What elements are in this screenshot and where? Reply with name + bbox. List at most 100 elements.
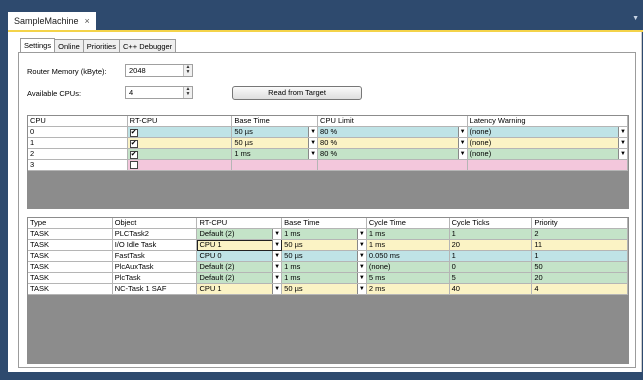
chevron-down-icon[interactable]: ▼ xyxy=(457,149,467,159)
router-memory-spinner[interactable]: 2048 ▲ ▼ xyxy=(125,64,193,77)
cycle-cell[interactable]: 5 ms xyxy=(366,273,450,284)
rt-cell[interactable]: Default (2) ▼ xyxy=(197,262,283,273)
cycle-cell[interactable]: 2 ms xyxy=(366,284,450,295)
base-cell[interactable]: 50 µs ▼ xyxy=(282,251,367,262)
router-memory-stepper[interactable]: ▲ ▼ xyxy=(183,65,192,76)
cycle-cell[interactable]: (none) xyxy=(366,262,450,273)
limit-cell[interactable] xyxy=(318,160,468,171)
column-header[interactable]: Priority xyxy=(532,218,628,229)
base-cell[interactable]: 1 ms ▼ xyxy=(282,273,367,284)
document-tab[interactable]: SampleMachine × xyxy=(8,12,96,30)
cycle-cell[interactable]: 0.050 ms xyxy=(366,251,450,262)
rt-cell[interactable]: CPU 1 ▼ xyxy=(197,240,283,251)
column-header[interactable]: Type xyxy=(28,218,113,229)
checkbox[interactable] xyxy=(129,161,138,169)
cpu-row[interactable]: 0 ✔ 50 µs ▼ 80 % ▼ (none) ▼ xyxy=(28,127,628,138)
column-header[interactable]: Object xyxy=(112,218,198,229)
ticks-cell[interactable]: 40 xyxy=(449,284,533,295)
chevron-down-icon[interactable]: ▼ xyxy=(272,229,282,239)
tab-online[interactable]: Online xyxy=(54,39,84,52)
base-cell[interactable]: 50 µs ▼ xyxy=(282,240,367,251)
column-header[interactable]: CPU Limit xyxy=(318,116,468,127)
close-icon[interactable]: × xyxy=(85,16,90,26)
available-cpus-stepper[interactable]: ▲ ▼ xyxy=(183,87,192,98)
cpu-row[interactable]: 1 ✔ 50 µs ▼ 80 % ▼ (none) ▼ xyxy=(28,138,628,149)
ticks-cell[interactable]: 20 xyxy=(449,240,533,251)
rt-cell[interactable]: CPU 0 ▼ xyxy=(197,251,283,262)
rt-cpu-checkbox-cell[interactable]: ✔ xyxy=(127,149,233,160)
ticks-cell[interactable]: 1 xyxy=(449,251,533,262)
ticks-cell[interactable]: 5 xyxy=(449,273,533,284)
checkbox[interactable]: ✔ xyxy=(129,129,138,137)
chevron-down-icon[interactable]: ▼ xyxy=(272,284,282,294)
base-cell[interactable]: 1 ms ▼ xyxy=(232,149,319,160)
latency-cell[interactable]: (none) ▼ xyxy=(467,127,628,138)
cpu-row[interactable]: 3 xyxy=(28,160,628,171)
chevron-down-icon[interactable]: ▼ xyxy=(356,262,366,272)
column-header[interactable]: Base Time xyxy=(282,218,367,229)
chevron-down-icon[interactable]: ▼ xyxy=(308,127,318,137)
task-row[interactable]: TASK FastTask CPU 0 ▼ 50 µs ▼ 0.050 ms 1 1 xyxy=(28,251,628,262)
chevron-down-icon[interactable]: ▼ xyxy=(618,127,628,137)
rt-cpu-checkbox-cell[interactable]: ✔ xyxy=(127,127,233,138)
prio-cell[interactable]: 20 xyxy=(532,273,628,284)
chevron-down-icon[interactable]: ▼ xyxy=(308,138,318,148)
base-cell[interactable]: 50 µs ▼ xyxy=(232,127,319,138)
chevron-down-icon[interactable]: ▼ xyxy=(272,240,282,250)
chevron-down-icon[interactable]: ▼ xyxy=(356,273,366,283)
available-cpus-spinner[interactable]: 4 ▲ ▼ xyxy=(125,86,193,99)
task-row[interactable]: TASK PlcTask Default (2) ▼ 1 ms ▼ 5 ms 5 20 xyxy=(28,273,628,284)
rt-cell[interactable]: Default (2) ▼ xyxy=(197,229,283,240)
base-cell[interactable]: 50 µs ▼ xyxy=(282,284,367,295)
tab-settings[interactable]: Settings xyxy=(20,38,56,52)
column-header[interactable]: RT-CPU xyxy=(197,218,283,229)
chevron-down-icon[interactable]: ▼ xyxy=(272,273,282,283)
prio-cell[interactable]: 1 xyxy=(532,251,628,262)
column-header[interactable]: Latency Warning xyxy=(467,116,628,127)
limit-cell[interactable]: 80 % ▼ xyxy=(318,149,468,160)
base-cell[interactable] xyxy=(232,160,319,171)
cpu-row[interactable]: 2 ✔ 1 ms ▼ 80 % ▼ (none) ▼ xyxy=(28,149,628,160)
base-cell[interactable]: 1 ms ▼ xyxy=(282,262,367,273)
cycle-cell[interactable]: 1 ms xyxy=(366,229,450,240)
read-from-target-button[interactable]: Read from Target xyxy=(232,86,362,100)
prio-cell[interactable]: 11 xyxy=(532,240,628,251)
chevron-down-icon[interactable]: ▼ xyxy=(457,138,467,148)
checkbox[interactable]: ✔ xyxy=(129,140,138,148)
chevron-down-icon[interactable]: ▼ xyxy=(356,229,366,239)
rt-cpu-checkbox-cell[interactable] xyxy=(127,160,233,171)
prio-cell[interactable]: 4 xyxy=(532,284,628,295)
tab-list-dropdown-icon[interactable]: ▼ xyxy=(632,15,639,22)
task-row[interactable]: TASK I/O Idle Task CPU 1 ▼ 50 µs ▼ 1 ms 20 11 xyxy=(28,240,628,251)
chevron-down-icon[interactable]: ▼ xyxy=(356,251,366,261)
chevron-down-icon[interactable]: ▼ xyxy=(356,284,366,294)
chevron-down-icon[interactable]: ▼ xyxy=(457,127,467,137)
rt-cell[interactable]: Default (2) ▼ xyxy=(197,273,283,284)
checkbox[interactable]: ✔ xyxy=(129,151,138,159)
chevron-down-icon[interactable]: ▼ xyxy=(308,149,318,159)
latency-cell[interactable]: (none) ▼ xyxy=(467,138,628,149)
limit-cell[interactable]: 80 % ▼ xyxy=(318,138,468,149)
latency-cell[interactable]: (none) ▼ xyxy=(467,149,628,160)
prio-cell[interactable]: 50 xyxy=(532,262,628,273)
chevron-down-icon[interactable]: ▼ xyxy=(272,251,282,261)
rt-cell[interactable]: CPU 1 ▼ xyxy=(197,284,283,295)
latency-cell[interactable] xyxy=(467,160,628,171)
column-header[interactable]: RT-CPU xyxy=(127,116,233,127)
ticks-cell[interactable]: 1 xyxy=(449,229,533,240)
column-header[interactable]: Cycle Time xyxy=(366,218,450,229)
column-header[interactable]: CPU xyxy=(28,116,128,127)
base-cell[interactable]: 1 ms ▼ xyxy=(282,229,367,240)
limit-cell[interactable]: 80 % ▼ xyxy=(318,127,468,138)
base-cell[interactable]: 50 µs ▼ xyxy=(232,138,319,149)
chevron-down-icon[interactable]: ▼ xyxy=(356,240,366,250)
task-row[interactable]: TASK NC-Task 1 SAF CPU 1 ▼ 50 µs ▼ 2 ms 40 4 xyxy=(28,284,628,295)
tab-cpp-debugger[interactable]: C++ Debugger xyxy=(118,39,177,52)
chevron-down-icon[interactable]: ▼ xyxy=(618,149,628,159)
chevron-down-icon[interactable]: ▼ xyxy=(272,262,282,272)
cycle-cell[interactable]: 1 ms xyxy=(366,240,450,251)
task-row[interactable]: TASK PLCTask2 Default (2) ▼ 1 ms ▼ 1 ms 1 2 xyxy=(28,229,628,240)
column-header[interactable]: Cycle Ticks xyxy=(449,218,533,229)
prio-cell[interactable]: 2 xyxy=(532,229,628,240)
tab-priorities[interactable]: Priorities xyxy=(82,39,120,52)
